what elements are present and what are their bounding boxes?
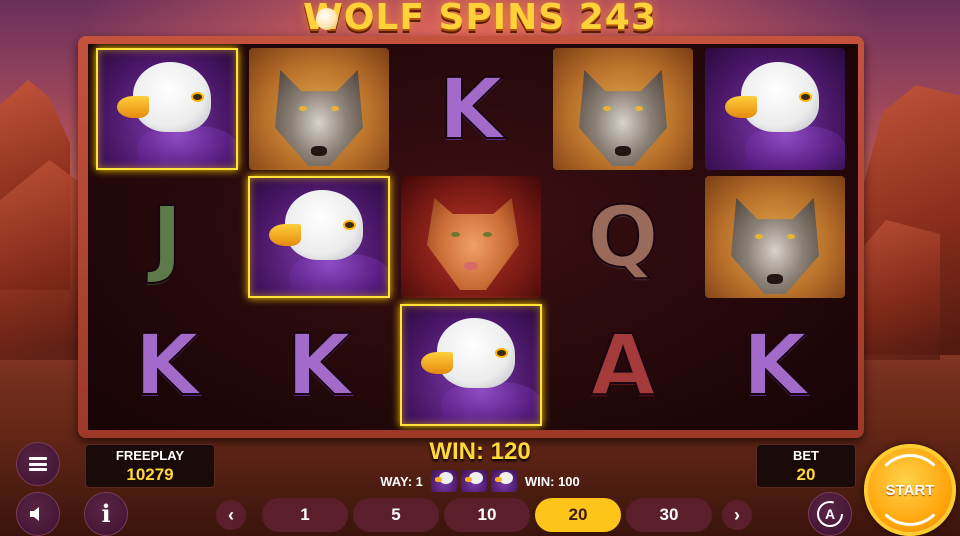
eagle-symbol: [249, 176, 389, 298]
way-number: WAY: 1: [380, 473, 423, 489]
reel-cell: K: [702, 302, 848, 428]
reels-grid: KJQKKAK: [88, 44, 858, 430]
autoplay-icon: A: [817, 501, 843, 527]
reel-cell: [550, 46, 696, 172]
chevron-left-icon: ‹: [228, 504, 234, 525]
eagle-symbol: [401, 304, 541, 426]
reel-cell: [246, 46, 392, 172]
start-label: START: [885, 481, 935, 499]
reel-cell: [246, 174, 392, 300]
symbol-letter: K: [133, 316, 200, 414]
reel-cell: J: [94, 174, 240, 300]
game-title: WOLF SPINS 243: [303, 0, 657, 38]
symbol-letter: Q: [586, 188, 659, 286]
reel-cell: K: [246, 302, 392, 428]
bet-panel: BET 20: [756, 444, 856, 488]
bet-option-button[interactable]: 10: [444, 498, 530, 532]
reel-cell: Q: [550, 174, 696, 300]
reel-cell: [702, 174, 848, 300]
speaker-icon: [30, 507, 39, 521]
bet-option-button[interactable]: 20: [535, 498, 621, 532]
letter-symbol-k: K: [401, 48, 541, 170]
reel-cell: K: [398, 46, 544, 172]
symbol-letter: A: [589, 316, 656, 414]
cougar-symbol: [401, 176, 541, 298]
bet-label: BET: [793, 448, 819, 463]
reel-cell: K: [94, 302, 240, 428]
symbol-letter: K: [285, 316, 352, 414]
bet-option-button[interactable]: 30: [626, 498, 712, 532]
autoplay-button[interactable]: A: [808, 492, 852, 536]
bet-option-button[interactable]: 1: [262, 498, 348, 532]
wolf-symbol: [553, 48, 693, 170]
wolf-symbol: [249, 48, 389, 170]
bet-next-button[interactable]: ›: [722, 500, 752, 530]
start-spin-button[interactable]: START: [864, 444, 956, 536]
eagle-symbol: [97, 48, 237, 170]
letter-symbol-k: K: [97, 304, 237, 426]
sound-toggle-button[interactable]: [16, 492, 60, 536]
title-moon-icon: [316, 8, 338, 30]
letter-symbol-q: Q: [553, 176, 693, 298]
mini-eagle-icon: [490, 470, 517, 492]
mini-eagle-icon: [460, 470, 487, 492]
mini-eagle-icon: [430, 470, 457, 492]
info-icon: i: [101, 499, 111, 528]
bet-prev-button[interactable]: ‹: [216, 500, 246, 530]
way-win-amount: WIN: 100: [524, 473, 580, 489]
reel-cell: A: [550, 302, 696, 428]
letter-symbol-k: K: [705, 304, 845, 426]
symbol-letter: K: [437, 60, 504, 158]
chevron-right-icon: ›: [734, 504, 740, 525]
letter-symbol-j: J: [97, 176, 237, 298]
wolf-symbol: [705, 176, 845, 298]
letter-symbol-k: K: [249, 304, 389, 426]
symbol-letter: K: [741, 316, 808, 414]
eagle-symbol: [705, 48, 845, 170]
reel-cell: [398, 302, 544, 428]
svg-text:A: A: [825, 506, 835, 522]
bet-option-button[interactable]: 5: [353, 498, 439, 532]
reel-cell: [94, 46, 240, 172]
way-symbols: [430, 470, 517, 492]
info-button[interactable]: i: [84, 492, 128, 536]
bet-value: 20: [796, 465, 816, 484]
canyon-rock-left-lower: [0, 160, 90, 360]
symbol-letter: J: [150, 188, 183, 286]
reel-cell: [702, 46, 848, 172]
reel-cell: [398, 174, 544, 300]
letter-symbol-a: A: [553, 304, 693, 426]
